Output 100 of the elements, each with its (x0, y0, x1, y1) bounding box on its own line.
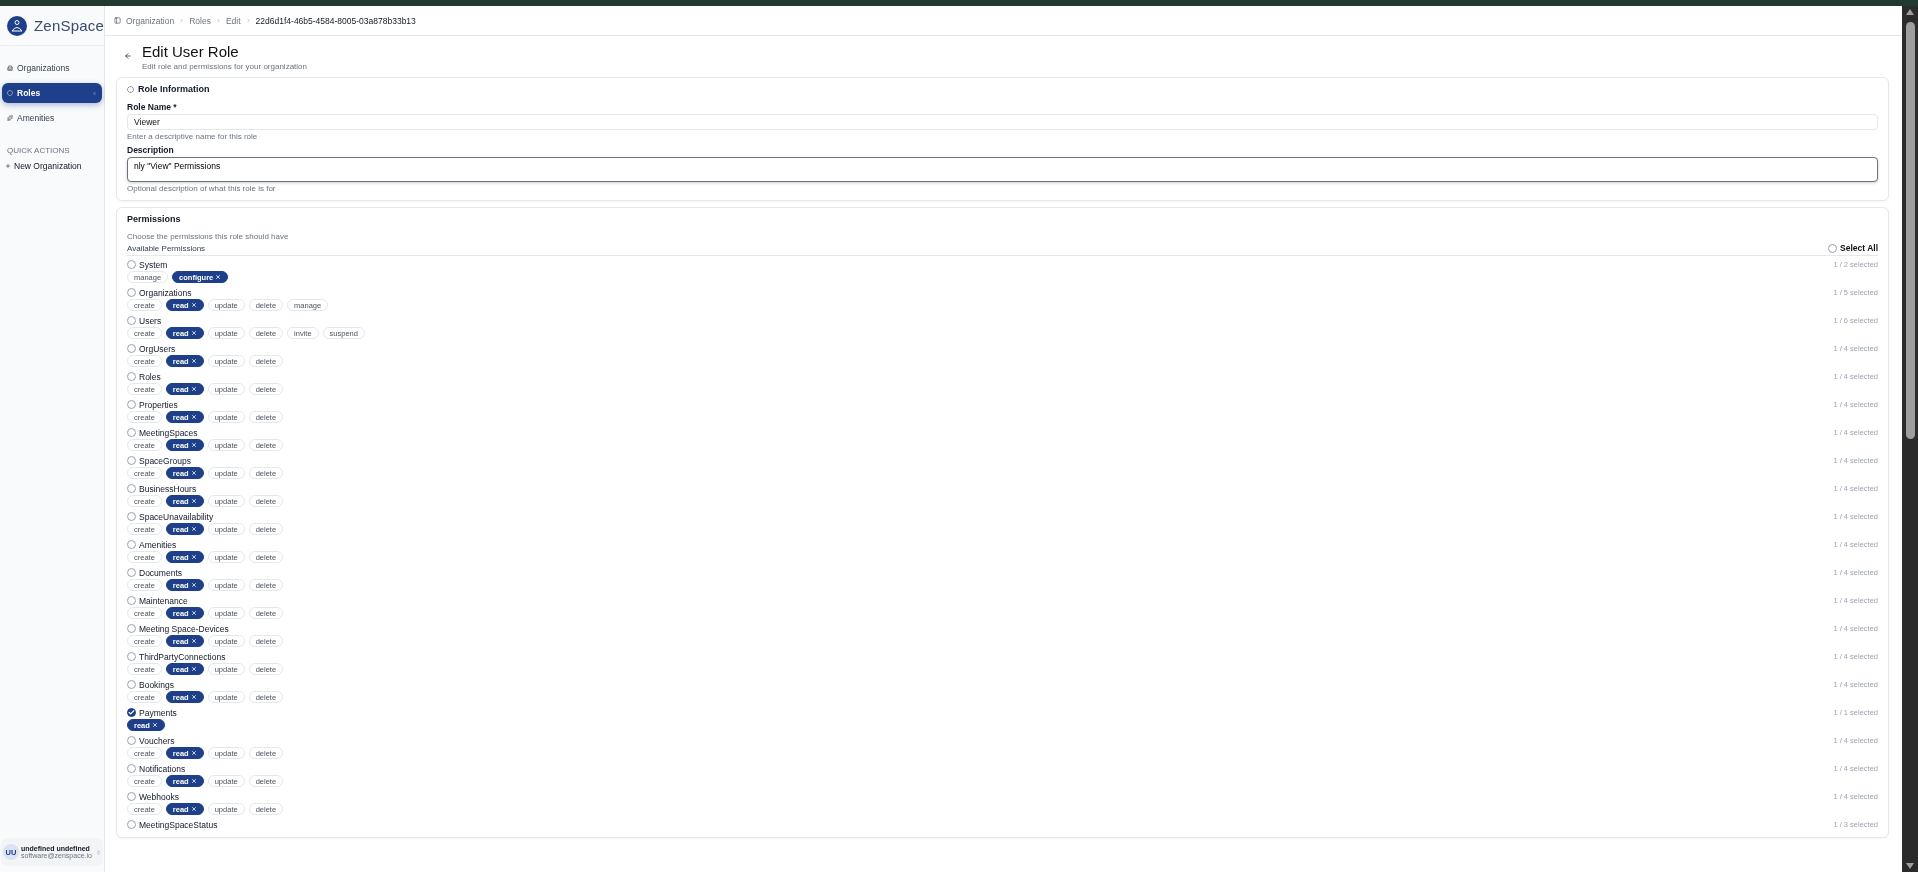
group-checkbox[interactable] (127, 820, 136, 829)
nav-item[interactable]: Organizations (2, 58, 102, 78)
remove-icon[interactable] (190, 442, 197, 448)
permission-group-name: Amenities (139, 539, 178, 550)
chevron-icon (96, 849, 101, 855)
permission-group-name: Webhooks (139, 791, 180, 802)
field-hint: Optional description of what this role is for (127, 184, 277, 193)
permission-group-name: Maintenance (139, 595, 189, 606)
remove-icon[interactable] (190, 694, 197, 700)
brand-name: ZenSpace (34, 17, 104, 34)
select-all-checkbox[interactable] (1828, 243, 1838, 253)
group-checkbox[interactable] (127, 708, 136, 717)
chevron-icon (92, 90, 97, 96)
permission-group-name: Organizations (139, 287, 193, 298)
remove-icon[interactable] (190, 358, 197, 364)
group-checkbox[interactable] (127, 736, 136, 745)
permission-group-name: Documents (139, 567, 183, 578)
group-checkbox[interactable] (127, 456, 136, 465)
group-checkbox[interactable] (127, 288, 136, 297)
section-heading: QUICK ACTIONS (7, 146, 71, 155)
scrollbar-thumb[interactable] (1905, 22, 1915, 439)
permission-group-name: MeetingSpaceStatus (139, 819, 219, 830)
remove-icon[interactable] (190, 526, 197, 532)
remove-icon[interactable] (190, 386, 197, 392)
group-checkbox[interactable] (127, 540, 136, 549)
nav-icon (7, 65, 13, 71)
group-checkbox[interactable] (127, 428, 136, 437)
permission-group-name: Meeting Space-Devices (139, 623, 230, 634)
permission-group-name: Properties (139, 399, 179, 410)
group-checkbox[interactable] (127, 344, 136, 353)
section-label: Available Permissions (127, 243, 206, 253)
group-checkbox[interactable] (127, 400, 136, 409)
permission-group-name: Payments (139, 707, 178, 718)
logo-icon (7, 15, 27, 36)
card-title: Role Information (138, 84, 210, 94)
sidebar-toggle-icon[interactable] (114, 17, 121, 24)
scroll-down-icon[interactable] (1905, 862, 1915, 870)
role-name-field[interactable]: Viewer (127, 114, 1878, 130)
permission-group-name: MeetingSpaces (139, 427, 199, 438)
remove-icon[interactable] (215, 274, 222, 280)
breadcrumb-item[interactable]: Edit (225, 15, 241, 26)
remove-icon[interactable] (190, 666, 197, 672)
permission-group-name: Users (139, 315, 163, 326)
permission-group-name: Notifications (139, 763, 187, 774)
field-label: Role Name * (127, 102, 178, 112)
nav-item[interactable]: Amenities (2, 108, 102, 128)
select-all-button[interactable]: Select All (1828, 243, 1878, 253)
chevron-icon (245, 18, 251, 23)
group-checkbox[interactable] (127, 792, 136, 801)
remove-icon[interactable] (190, 778, 197, 784)
page-subtitle: Edit role and permissions for your organization (142, 62, 307, 71)
group-checkbox[interactable] (127, 260, 136, 269)
group-checkbox[interactable] (127, 680, 136, 689)
remove-icon[interactable] (190, 806, 197, 812)
field-hint: Enter a descriptive name for this role (127, 132, 259, 141)
description-field[interactable]: nly "View" Permissions (127, 157, 1878, 182)
breadcrumb-item: 22d6d1f4-46b5-4584-8005-03a878b33b13 (255, 15, 416, 26)
permission-group-name: Roles (139, 371, 162, 382)
circle-icon (127, 85, 134, 93)
scroll-up-icon[interactable] (1905, 8, 1915, 16)
group-checkbox[interactable] (127, 372, 136, 381)
remove-icon[interactable] (190, 638, 197, 644)
permission-group-name: ThirdPartyConnections (139, 651, 227, 662)
group-checkbox[interactable] (127, 512, 136, 521)
remove-icon[interactable] (190, 610, 197, 616)
breadcrumb-item[interactable]: Roles (189, 15, 211, 26)
remove-icon[interactable] (190, 302, 197, 308)
nav-item[interactable]: Roles (2, 83, 102, 103)
card-title: Permissions (127, 214, 181, 224)
permission-group-name: Vouchers (139, 735, 176, 746)
group-checkbox[interactable] (127, 652, 136, 661)
remove-icon[interactable] (190, 750, 197, 756)
group-checkbox[interactable] (127, 764, 136, 773)
remove-icon[interactable] (190, 498, 197, 504)
group-checkbox[interactable] (127, 624, 136, 633)
remove-icon[interactable] (190, 414, 197, 420)
nav-icon (7, 115, 13, 121)
back-icon[interactable] (124, 52, 132, 60)
permission-group-name: Bookings (139, 679, 175, 690)
group-checkbox[interactable] (127, 316, 136, 325)
group-checkbox[interactable] (127, 596, 136, 605)
permission-group-name: SpaceUnavailability (139, 511, 215, 522)
remove-icon[interactable] (190, 582, 197, 588)
permission-group-name: OrgUsers (139, 343, 177, 354)
remove-icon[interactable] (190, 470, 197, 476)
breadcrumb-item[interactable]: Organization (126, 15, 175, 26)
group-checkbox[interactable] (127, 484, 136, 493)
card-description: Choose the permissions this role should have (127, 232, 290, 241)
remove-icon[interactable] (151, 722, 158, 728)
field-label: Description (127, 145, 175, 155)
new-organization-link[interactable]: New Organization (0, 161, 104, 171)
plus-icon (5, 163, 11, 169)
page-title: Edit User Role (142, 43, 240, 60)
permission-group-name: System (139, 259, 169, 270)
permission-group-name: SpaceGroups (139, 455, 192, 466)
scrollbar[interactable] (1902, 6, 1918, 872)
remove-icon[interactable] (190, 554, 197, 560)
group-checkbox[interactable] (127, 568, 136, 577)
remove-icon[interactable] (190, 330, 197, 336)
nav-icon (7, 90, 13, 96)
